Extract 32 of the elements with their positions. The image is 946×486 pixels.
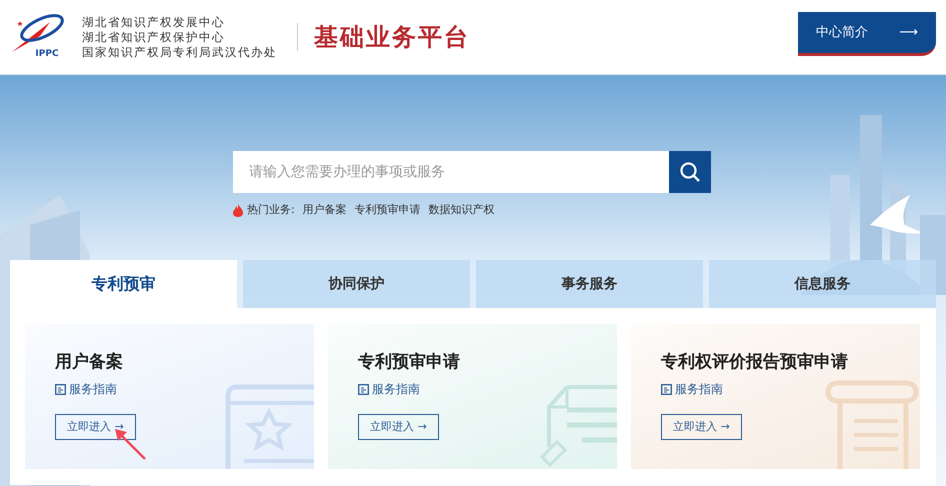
organization-name: 国家知识产权局专利局武汉代办处 bbox=[82, 44, 277, 60]
service-title: 用户备案 bbox=[55, 352, 124, 372]
platform-title: 基础业务平台 bbox=[314, 22, 470, 53]
service-guide-link[interactable]: 服务指南 bbox=[55, 380, 117, 398]
hot-link[interactable]: 数据知识产权 bbox=[428, 202, 495, 218]
tab[interactable]: 信息服务 bbox=[709, 260, 936, 308]
document-icon bbox=[661, 384, 672, 395]
enter-button[interactable]: 立即进入 → bbox=[55, 414, 136, 440]
tab[interactable]: 专利预审 bbox=[10, 260, 237, 308]
pointer-arrow bbox=[113, 427, 147, 461]
document-icon bbox=[358, 384, 369, 395]
service-title: 专利权评价报告预审申请 bbox=[661, 352, 849, 372]
organization-name: 湖北省知识产权发展中心 bbox=[82, 14, 226, 30]
hot-link[interactable]: 专利预审申请 bbox=[354, 202, 421, 218]
search-field[interactable]: 请输入您需要办理的事项或服务 bbox=[233, 151, 669, 193]
enter-button[interactable]: 立即进入 → bbox=[661, 414, 742, 440]
search-icon bbox=[679, 161, 701, 183]
service-guide-link[interactable]: 服务指南 bbox=[358, 380, 420, 398]
hot-label: 热门业务: bbox=[247, 202, 295, 218]
service-guide-link[interactable]: 服务指南 bbox=[661, 380, 723, 398]
organization-name: 湖北省知识产权保护中心 bbox=[82, 30, 226, 44]
tab[interactable]: 协同保护 bbox=[243, 260, 470, 308]
document-icon bbox=[55, 384, 66, 395]
logo-icon bbox=[10, 12, 66, 54]
intro-button[interactable]: 中心简介 ⟶ bbox=[798, 12, 936, 56]
search-button[interactable] bbox=[669, 151, 711, 193]
service-title: 专利预审申请 bbox=[358, 352, 461, 372]
enter-button[interactable]: 立即进入 → bbox=[358, 414, 439, 440]
flame-icon bbox=[233, 204, 243, 216]
hot-link[interactable]: 用户备案 bbox=[302, 202, 347, 218]
logo-text: IPPC bbox=[35, 48, 59, 62]
tab[interactable]: 事务服务 bbox=[476, 260, 703, 308]
